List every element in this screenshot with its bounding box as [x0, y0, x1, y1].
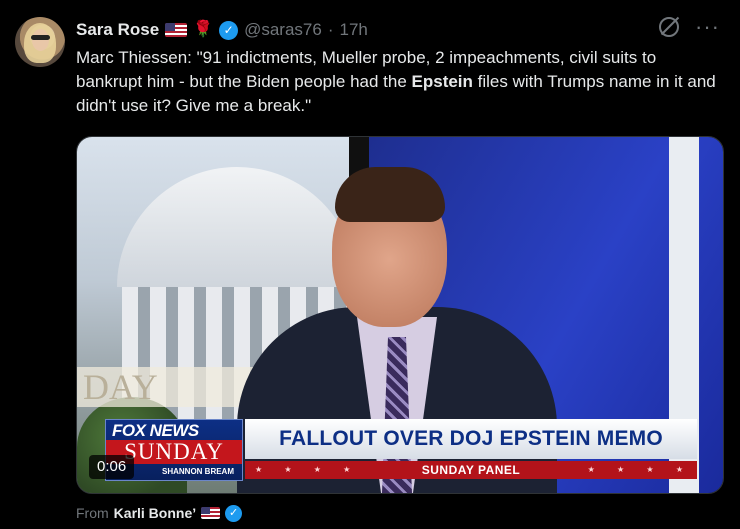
us-flag-icon [201, 507, 221, 519]
avatar[interactable] [15, 17, 65, 67]
attribution-source[interactable]: Karli Bonne’ [114, 505, 196, 521]
avatar-glasses [31, 35, 50, 40]
video-player[interactable]: DAY FOX NEWS SUNDAY SHANNON BREAM FALLOU… [76, 136, 724, 494]
post-time[interactable]: 17h [340, 20, 368, 40]
post-text: Marc Thiessen: "91 indictments, Mueller … [76, 46, 726, 118]
logo-brand: FOX NEWS [112, 421, 199, 440]
post-header: Sara Rose 🌹 ✓ @saras76 · 17h [76, 18, 368, 42]
verified-badge-icon[interactable]: ✓ [219, 20, 239, 40]
news-chyron: FOX NEWS SUNDAY SHANNON BREAM FALLOUT OV… [105, 419, 697, 481]
chyron-headline: FALLOUT OVER DOJ EPSTEIN MEMO [245, 419, 697, 459]
stars-right: ★ ★ ★ ★ [587, 465, 693, 474]
chyron-subline-text: SUNDAY PANEL [421, 463, 521, 477]
backdrop-day-text: DAY [77, 367, 253, 407]
post-actions-top: ··· [659, 16, 720, 38]
speaker-hair [335, 167, 445, 222]
video-frame[interactable]: DAY FOX NEWS SUNDAY SHANNON BREAM FALLOU… [77, 137, 723, 493]
verified-badge-icon: ✓ [225, 504, 243, 522]
separator-dot: · [327, 20, 334, 39]
author-name[interactable]: Sara Rose [76, 20, 159, 40]
chyron-subline: ★ ★ ★ ★ SUNDAY PANEL ★ ★ ★ ★ [245, 461, 697, 479]
post-text-bold: Epstein [411, 72, 473, 91]
grok-icon[interactable] [659, 17, 680, 37]
rose-icon: 🌹 [193, 21, 214, 38]
video-attribution: From Karli Bonne’ ✓ [76, 503, 243, 523]
avatar-face [32, 29, 49, 51]
author-handle[interactable]: @saras76 [244, 20, 322, 40]
more-icon[interactable]: ··· [695, 16, 720, 38]
stars-left: ★ ★ ★ ★ [255, 465, 361, 474]
attribution-prefix: From [76, 505, 109, 521]
video-duration: 0:06 [89, 455, 135, 479]
us-flag-icon [165, 23, 188, 37]
